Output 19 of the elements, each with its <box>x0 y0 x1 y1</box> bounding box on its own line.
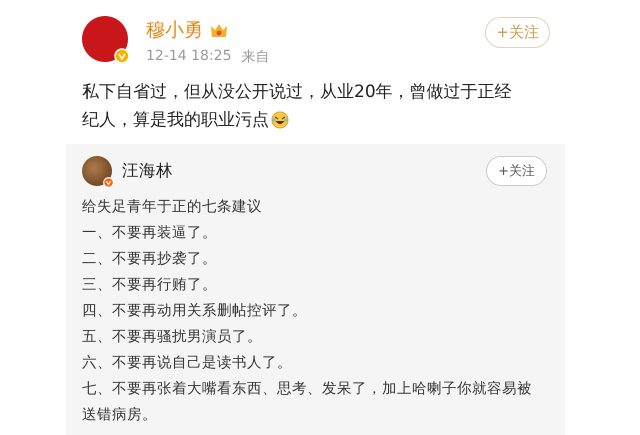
quote-line: 三、不要再行贿了。 <box>82 276 218 295</box>
quote-line: 六、不要再说自己是读书人了。 <box>82 354 293 373</box>
post-text-line: 私下自省过，但从没公开说过，从业20年，曾做过于正经 <box>82 81 512 104</box>
verified-badge-icon <box>114 48 130 64</box>
post-text-line: 纪人，算是我的职业污点 <box>82 109 269 132</box>
quoted-author-name[interactable]: 汪海林 <box>122 160 486 182</box>
avatar[interactable] <box>82 156 112 186</box>
quote-line: 五、不要再骚扰男演员了。 <box>82 328 263 347</box>
quote-line: 七、不要再张着大嘴看东西、思考、发呆了，加上哈喇子你就容易被送错病房。 <box>82 380 533 425</box>
quote-line: 四、不要再动用关系删帖控评了。 <box>82 302 308 321</box>
avatar[interactable] <box>82 16 128 62</box>
post-time: 12-14 18:25 <box>146 48 232 66</box>
post-source: 来自 <box>241 48 270 66</box>
follow-button[interactable]: +关注 <box>486 156 547 186</box>
verified-badge-icon <box>103 177 114 188</box>
quote-line: 一、不要再装逼了。 <box>82 224 218 243</box>
quote-line: 二、不要再抄袭了。 <box>82 250 218 269</box>
quote-title: 给失足青年于正的七条建议 <box>82 198 263 217</box>
laughing-face-icon <box>271 111 289 129</box>
